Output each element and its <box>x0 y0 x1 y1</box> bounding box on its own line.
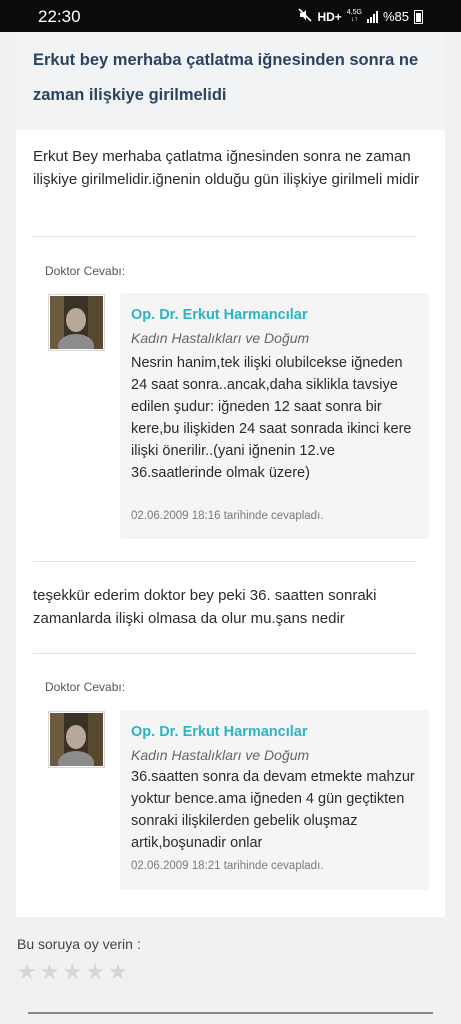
doctor-answer-label: Doktor Cevabı: <box>45 680 126 694</box>
doctor-name-link[interactable]: Op. Dr. Erkut Harmancılar <box>131 724 307 740</box>
star-icon[interactable]: ★ <box>85 960 105 984</box>
doctor-answer-label: Doktor Cevabı: <box>45 264 126 278</box>
doctor-specialty: Kadın Hastalıkları ve Doğum <box>131 747 310 763</box>
status-bar: 22:30 HD+ 4.5G ↓↑ %85 <box>0 0 461 32</box>
doctor-avatar[interactable] <box>48 711 105 768</box>
star-icon[interactable]: ★ <box>108 960 128 984</box>
network-type: HD+ <box>317 9 342 24</box>
answer-text: Nesrin hanim,tek ilişki olubilcekse iğne… <box>131 355 412 481</box>
divider <box>33 561 416 562</box>
home-indicator[interactable] <box>28 1012 433 1014</box>
network-generation: 4.5G <box>346 8 362 16</box>
status-time: 22:30 <box>38 7 81 26</box>
answer-date: 02.06.2009 18:16 tarihinde cevapladı. <box>131 510 324 522</box>
star-icon[interactable]: ★ <box>62 960 82 984</box>
answer-box: Op. Dr. Erkut Harmancılar Kadın Hastalık… <box>120 293 429 539</box>
divider <box>33 653 416 654</box>
mute-icon <box>298 8 313 25</box>
answer-text: 36.saatten sonra da devam etmekte mahzur… <box>131 769 415 851</box>
answer-box: Op. Dr. Erkut Harmancılar Kadın Hastalık… <box>120 710 429 890</box>
followup-question: teşekkür ederim doktor bey peki 36. saat… <box>33 587 377 627</box>
status-indicators: HD+ 4.5G ↓↑ %85 <box>298 8 423 25</box>
doctor-photo <box>50 296 103 349</box>
network-speed-icon: 4.5G ↓↑ <box>346 8 362 23</box>
rating-label: Bu soruya oy verin : <box>17 936 141 952</box>
question-body: Erkut Bey merhaba çatlatma iğnesinden so… <box>33 148 419 188</box>
battery-icon <box>414 9 423 24</box>
star-icon[interactable]: ★ <box>17 960 37 984</box>
divider <box>33 236 416 237</box>
battery-level: %85 <box>382 9 409 24</box>
signal-icon <box>366 10 378 23</box>
question-title: Erkut bey merhaba çatlatma iğnesinden so… <box>33 51 419 104</box>
answer-date: 02.06.2009 18:21 tarihinde cevapladı. <box>131 860 324 872</box>
star-icon[interactable]: ★ <box>40 960 60 984</box>
doctor-specialty: Kadın Hastalıkları ve Doğum <box>131 330 310 346</box>
question-header: Erkut bey merhaba çatlatma iğnesinden so… <box>16 32 445 130</box>
question-card: Erkut bey merhaba çatlatma iğnesinden so… <box>16 32 445 917</box>
doctor-avatar[interactable] <box>48 294 105 351</box>
doctor-photo <box>50 713 103 766</box>
doctor-name-link[interactable]: Op. Dr. Erkut Harmancılar <box>131 307 307 323</box>
rating-stars: ★ ★ ★ ★ ★ <box>17 960 128 984</box>
